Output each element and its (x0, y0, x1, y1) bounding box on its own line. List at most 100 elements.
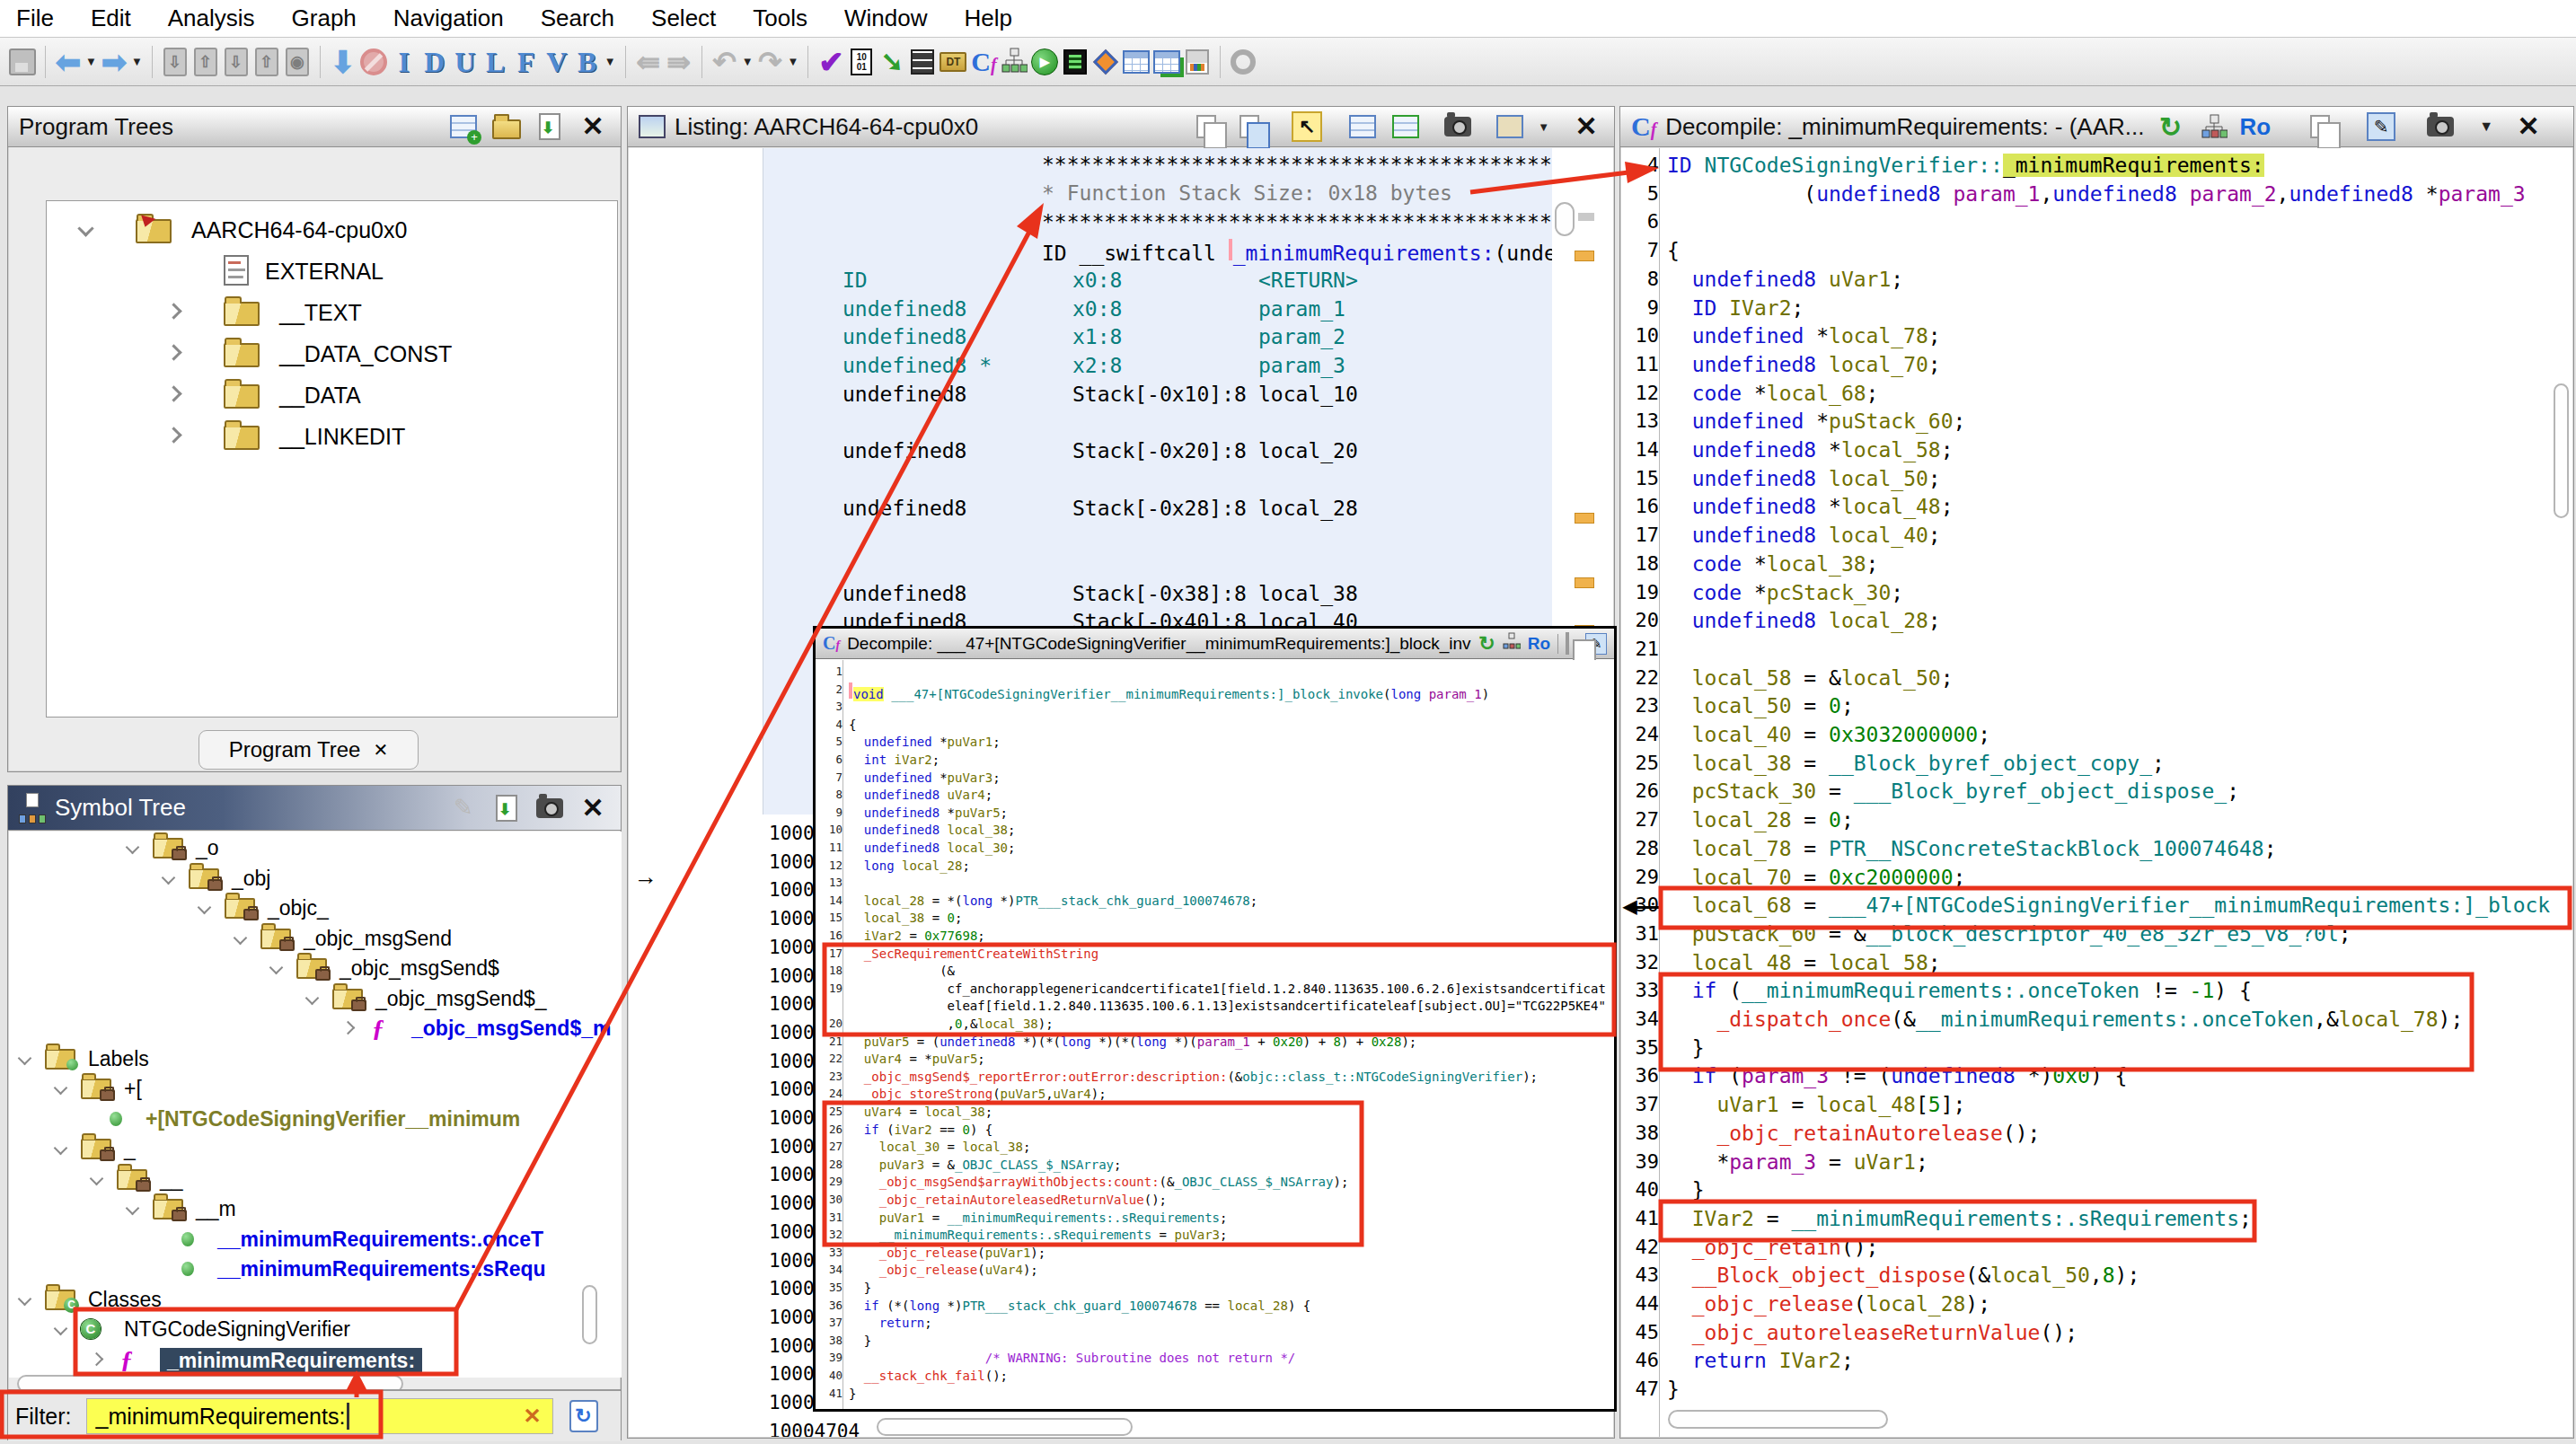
dropdown-icon[interactable]: ▼ (742, 55, 754, 68)
import-symbol-icon[interactable] (490, 791, 524, 825)
table-go-icon[interactable] (1151, 42, 1182, 82)
symbol-tree-row[interactable]: _o (9, 833, 622, 863)
menu-item-help[interactable]: Help (965, 4, 1012, 32)
code-line[interactable]: 22 local_58 = &local_50; (1621, 666, 2572, 695)
code-line[interactable]: 39 *param_3 = uVar1; (1621, 1150, 2572, 1179)
code-line[interactable]: 45 _objc_autoreleaseReturnValue(); (1621, 1321, 2572, 1350)
code-line[interactable]: 7 undefined *puVar3; (816, 770, 1614, 788)
code-line[interactable]: 32 local_48 = local_58; (1621, 951, 2572, 980)
program-tree-row[interactable]: __DATA (47, 377, 617, 418)
code-line[interactable]: 21 puVar5 = (undefined8 *)(*(long *)(*(l… (816, 1035, 1614, 1052)
import-green-icon[interactable]: ➘ (877, 42, 907, 82)
chevron-expanded-icon[interactable] (90, 1171, 104, 1185)
code-line[interactable]: 46 return IVar2; (1621, 1349, 2572, 1378)
chevron-collapsed-icon[interactable] (341, 1021, 356, 1035)
edit-symbol-icon[interactable]: ✎ (446, 791, 481, 825)
program-tree-row[interactable]: AARCH64-64-cpu0x0 (47, 212, 617, 253)
menu-item-graph[interactable]: Graph (292, 4, 357, 32)
noentry-icon[interactable] (358, 42, 389, 82)
chevron-expanded-icon[interactable] (54, 1322, 68, 1336)
menu-item-navigation[interactable]: Navigation (393, 4, 504, 32)
chevron-expanded-icon[interactable] (18, 1051, 32, 1065)
listing-vscrollbar[interactable] (1555, 202, 1575, 236)
symbol-tree-row[interactable]: CClasses (9, 1285, 622, 1315)
code-line[interactable]: 39 /* WARNING: Subroutine does not retur… (816, 1351, 1614, 1369)
code-line[interactable]: 8 undefined8 uVar1; (1621, 268, 2572, 296)
code-line[interactable]: 27 local_30 = local_38; (816, 1140, 1614, 1158)
code-line[interactable]: 20 ,0,&local_38); (816, 1017, 1614, 1035)
dropdown-icon[interactable]: ▼ (788, 55, 799, 68)
letter-B-icon[interactable]: B (572, 42, 603, 82)
letter-D-icon[interactable]: D (419, 42, 450, 82)
code-line[interactable]: 29 _objc_msgSend$arrayWithObjects:count:… (816, 1175, 1614, 1193)
code-line[interactable]: 9 undefined8 *puVar5; (816, 806, 1614, 823)
program-tree-row[interactable]: __TEXT (47, 295, 617, 336)
code-line[interactable]: 16 undefined8 *local_48; (1621, 495, 2572, 524)
filter-clear-icon[interactable]: ✕ (523, 1404, 541, 1429)
code-line[interactable]: 5 undefined *puVar1; (816, 735, 1614, 753)
chevron-expanded-icon[interactable] (269, 961, 284, 975)
symbol-tree-row[interactable]: Labels (9, 1044, 622, 1074)
code-line[interactable]: 33 if (__minimumRequirements:.onceToken … (1621, 979, 2572, 1008)
code-line[interactable]: 10 undefined *local_78; (1621, 324, 2572, 353)
code-line[interactable]: 20 undefined8 local_28; (1621, 609, 2572, 638)
code-line[interactable]: 30 local_68 = ___47+[NTGCodeSigningVerif… (1621, 894, 2572, 922)
symbol-tree-row[interactable]: _ (9, 1134, 622, 1164)
code-line[interactable]: 19 code *pcStack_30; (1621, 581, 2572, 610)
code-line[interactable]: 7{ (1621, 239, 2572, 268)
code-line[interactable]: 12 code *local_68; (1621, 382, 2572, 410)
letter-L-icon[interactable]: L (481, 42, 511, 82)
save-icon[interactable] (7, 42, 38, 82)
pgdown2-icon[interactable]: ⇩ (221, 42, 251, 82)
refresh-icon[interactable]: ↻ (2154, 110, 2188, 144)
code-line[interactable]: 25 local_38 = __Block_byref_object_copy_… (1621, 752, 2572, 780)
code-line[interactable]: 17 undefined8 local_40; (1621, 524, 2572, 552)
pgup2-icon[interactable]: ⇧ (251, 42, 282, 82)
circle-gray-icon[interactable] (1228, 42, 1258, 82)
check-icon[interactable]: ✔ (816, 42, 846, 82)
dec-copy-icon[interactable] (2303, 110, 2337, 144)
code-line[interactable]: 40 } (1621, 1178, 2572, 1207)
snapshot-icon[interactable] (533, 791, 567, 825)
overlay-copy-icon[interactable] (1566, 634, 1569, 654)
chevron-expanded-icon[interactable] (198, 901, 212, 915)
program-tree-row[interactable]: __LINKEDIT (47, 418, 617, 460)
fwd-icon[interactable]: ➡ (99, 42, 129, 82)
symbol-tree-row[interactable]: __minimumRequirements:.onceT (9, 1225, 622, 1255)
menu-item-file[interactable]: File (16, 4, 54, 32)
swap-left-icon[interactable]: ⇚ (633, 42, 664, 82)
program-tree-tab-close-icon[interactable]: ✕ (373, 739, 388, 761)
import-tree-icon[interactable] (533, 110, 567, 144)
diff-view-icon[interactable] (1389, 110, 1423, 144)
code-line[interactable]: 28 puVar3 = &_OBJC_CLASS_$_NSArray; (816, 1158, 1614, 1175)
symbol-tree-row[interactable]: _objc_ (9, 894, 622, 923)
code-line[interactable]: 26 if (iVar2 == 0) { (816, 1123, 1614, 1140)
overlay-title-bar[interactable]: Cf Decompile: ___47+[NTGCodeSigningVerif… (816, 629, 1614, 659)
code-line[interactable]: 23 local_50 = 0; (1621, 694, 2572, 723)
chevron-expanded-icon[interactable] (18, 1291, 32, 1306)
menu-item-search[interactable]: Search (541, 4, 614, 32)
code-line[interactable]: 30 _objc_retainAutoreleasedReturnValue()… (816, 1193, 1614, 1211)
letter-F-icon[interactable]: F (511, 42, 542, 82)
symbol-tree-row[interactable]: _objc_msgSend$ (9, 954, 622, 983)
code-line[interactable]: 23 _objc_msgSend$_reportError:outError:d… (816, 1070, 1614, 1087)
menu-item-edit[interactable]: Edit (91, 4, 131, 32)
code-line[interactable]: 32 __minimumRequirements:.sRequirements … (816, 1228, 1614, 1246)
chevron-expanded-icon[interactable] (54, 1081, 68, 1096)
symbol-tree-row[interactable]: ƒ_objc_msgSend$_m (9, 1014, 622, 1043)
dropdown-icon[interactable]: ▼ (85, 55, 97, 68)
symbol-tree-row[interactable]: __m (9, 1194, 622, 1224)
ro-button[interactable]: Ro (2240, 113, 2272, 141)
menu-item-analysis[interactable]: Analysis (168, 4, 255, 32)
code-line[interactable]: 42 _objc_retain(); (1621, 1236, 2572, 1264)
listing-hscrollbar[interactable] (877, 1418, 1133, 1436)
chevron-expanded-icon[interactable] (126, 841, 140, 855)
pgcam-icon[interactable]: ◉ (282, 42, 313, 82)
code-line[interactable]: 24 local_40 = 0x3032000000; (1621, 723, 2572, 752)
code-line[interactable]: 15 local_38 = 0; (816, 911, 1614, 929)
code-line[interactable]: 35 } (1621, 1036, 2572, 1065)
code-line[interactable]: 36 if (*(long *)PTR___stack_chk_guard_10… (816, 1299, 1614, 1316)
overlay-body[interactable]: 12void ___47+[NTGCodeSigningVerifier__mi… (816, 660, 1614, 1409)
symbol-tree-row[interactable]: _objc_msgSend$_ (9, 984, 622, 1014)
dec-snapshot-icon[interactable] (2423, 110, 2457, 144)
